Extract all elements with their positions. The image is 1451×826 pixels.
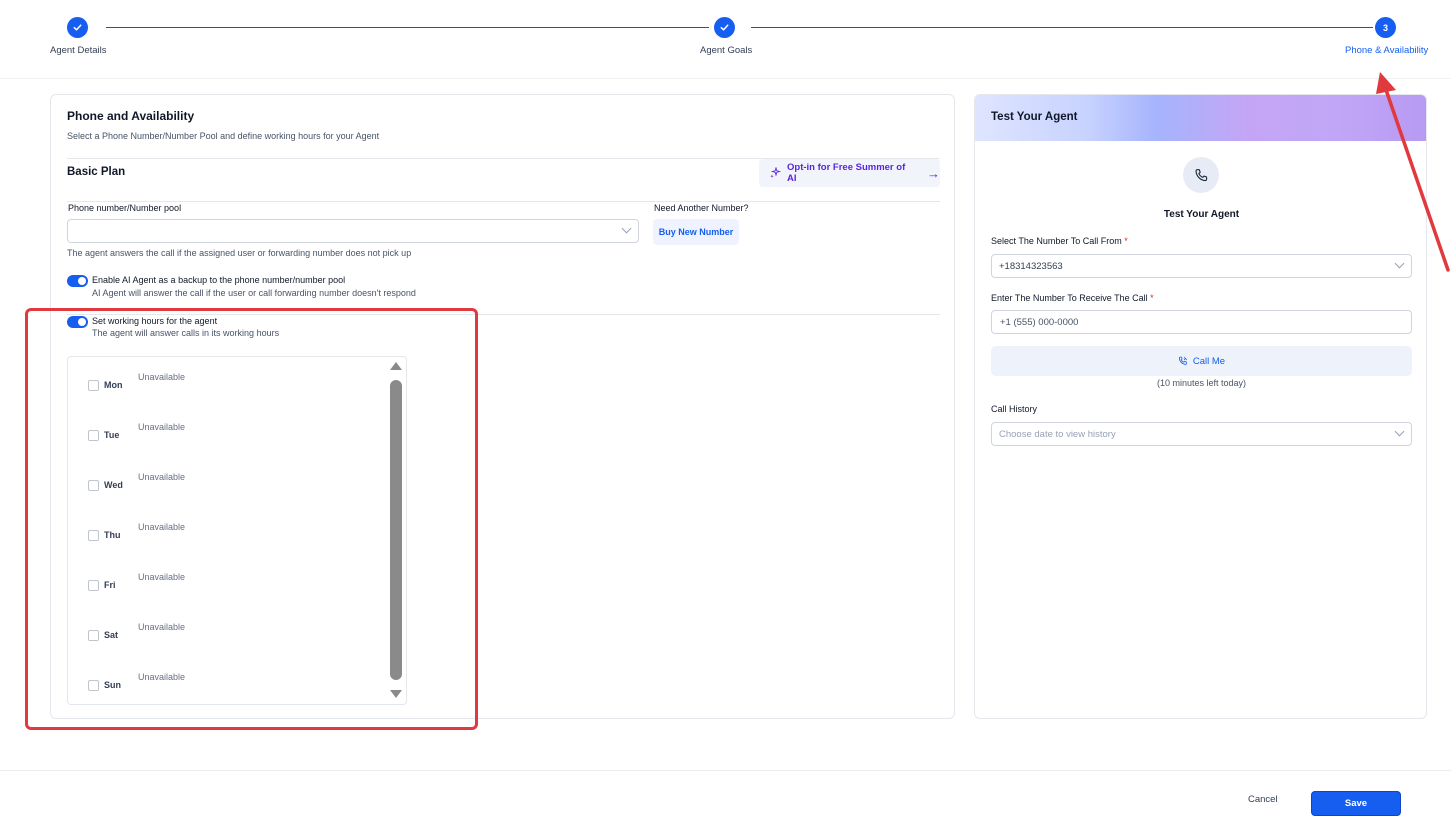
chevron-down-icon [1394, 426, 1405, 437]
day-row-wed: Wed Unavailable [88, 472, 368, 497]
working-hours-toggle[interactable] [67, 316, 88, 328]
minutes-left: (10 minutes left today) [1156, 378, 1247, 388]
from-number-value: +18314323563 [999, 260, 1063, 272]
day-row-tue: Tue Unavailable [88, 422, 368, 447]
day-name: Tue [104, 430, 120, 440]
phone-pool-select[interactable] [67, 219, 639, 243]
section-subtitle: Select a Phone Number/Number Pool and de… [67, 131, 380, 141]
day-checkbox-wed[interactable] [88, 480, 99, 491]
scroll-down-arrow-icon[interactable] [390, 690, 402, 698]
scroll-up-arrow-icon[interactable] [390, 362, 402, 370]
cancel-button[interactable]: Cancel [1248, 794, 1278, 805]
day-name: Sun [104, 680, 121, 690]
day-checkbox-sat[interactable] [88, 630, 99, 641]
footer-divider [0, 770, 1451, 771]
day-row-mon: Mon Unavailable [88, 372, 368, 397]
day-status: Unavailable [138, 472, 186, 482]
day-row-thu: Thu Unavailable [88, 522, 368, 547]
phone-availability-card: Phone and Availability Select a Phone Nu… [50, 94, 955, 719]
chevron-down-icon [621, 223, 632, 234]
day-row-fri: Fri Unavailable [88, 572, 368, 597]
optin-label: Opt-in for Free Summer of AI [787, 162, 906, 184]
phone-icon [1183, 157, 1219, 193]
working-days-list: Mon Unavailable Tue Unavailable Wed Unav… [67, 356, 407, 705]
divider [67, 314, 940, 315]
call-history-select[interactable]: Choose date to view history [991, 422, 1412, 446]
save-button[interactable]: Save [1311, 791, 1401, 816]
test-agent-title: Test Your Agent [1163, 209, 1240, 220]
step-label-phone-availability[interactable]: Phone & Availability [1345, 45, 1428, 56]
to-number-label: Enter The Number To Receive The Call * [991, 293, 1154, 303]
answer-hint: The agent answers the call if the assign… [67, 248, 412, 258]
stepper-connector [106, 27, 709, 28]
phone-call-icon [1178, 356, 1187, 365]
buy-new-number-button[interactable]: Buy New Number [653, 219, 739, 245]
test-agent-card: Test Your Agent Test Your Agent Select T… [974, 94, 1427, 719]
day-name: Wed [104, 480, 123, 490]
phone-pool-label: Phone number/Number pool [68, 203, 182, 213]
day-name: Mon [104, 380, 123, 390]
test-agent-header-title: Test Your Agent [991, 111, 1078, 123]
day-row-sat: Sat Unavailable [88, 622, 368, 647]
test-agent-header: Test Your Agent [975, 95, 1426, 141]
day-status: Unavailable [138, 622, 186, 632]
day-checkbox-mon[interactable] [88, 380, 99, 391]
to-number-input[interactable]: +1 (555) 000-0000 [991, 310, 1412, 334]
required-mark: * [1150, 293, 1154, 303]
required-mark: * [1124, 236, 1128, 246]
backup-toggle-label: Enable AI Agent as a backup to the phone… [92, 275, 346, 285]
from-number-label-text: Select The Number To Call From [991, 236, 1122, 246]
from-number-select[interactable]: +18314323563 [991, 254, 1412, 278]
step-1-check-icon[interactable] [67, 17, 88, 38]
call-me-label: Call Me [1192, 355, 1226, 367]
day-checkbox-fri[interactable] [88, 580, 99, 591]
progress-stepper: Agent Details Agent Goals 3 Phone & Avai… [0, 0, 1451, 79]
call-history-label: Call History [991, 404, 1038, 414]
from-number-label: Select The Number To Call From * [991, 236, 1128, 246]
working-hours-label: Set working hours for the agent [92, 316, 218, 326]
day-name: Thu [104, 530, 121, 540]
day-status: Unavailable [138, 572, 186, 582]
need-number-label: Need Another Number? [654, 203, 749, 213]
call-me-button[interactable]: Call Me [991, 346, 1412, 376]
to-number-label-text: Enter The Number To Receive The Call [991, 293, 1148, 303]
day-row-sun: Sun Unavailable [88, 672, 368, 697]
scrollbar-thumb[interactable] [390, 380, 402, 680]
step-label-agent-details[interactable]: Agent Details [50, 45, 107, 56]
plan-label: Basic Plan [67, 166, 126, 178]
day-checkbox-thu[interactable] [88, 530, 99, 541]
day-status: Unavailable [138, 372, 186, 382]
day-name: Sat [104, 630, 119, 640]
step-3-number[interactable]: 3 [1375, 17, 1396, 38]
backup-toggle-hint: AI Agent will answer the call if the use… [92, 288, 416, 298]
arrow-right-icon: → [927, 165, 940, 181]
day-status: Unavailable [138, 672, 186, 682]
working-hours-hint: The agent will answer calls in its worki… [92, 328, 280, 338]
section-title: Phone and Availability [67, 109, 195, 123]
day-checkbox-tue[interactable] [88, 430, 99, 441]
day-status: Unavailable [138, 422, 186, 432]
step-2-check-icon[interactable] [714, 17, 735, 38]
day-status: Unavailable [138, 522, 186, 532]
day-name: Fri [104, 580, 116, 590]
backup-toggle[interactable] [67, 275, 88, 287]
sparkle-icon [770, 167, 781, 178]
step-label-agent-goals[interactable]: Agent Goals [700, 45, 752, 56]
call-history-placeholder: Choose date to view history [999, 428, 1116, 440]
stepper-connector [751, 27, 1373, 28]
day-checkbox-sun[interactable] [88, 680, 99, 691]
optin-summer-ai-button[interactable]: Opt-in for Free Summer of AI → [759, 159, 940, 187]
chevron-down-icon [1394, 258, 1405, 269]
divider [67, 201, 940, 202]
